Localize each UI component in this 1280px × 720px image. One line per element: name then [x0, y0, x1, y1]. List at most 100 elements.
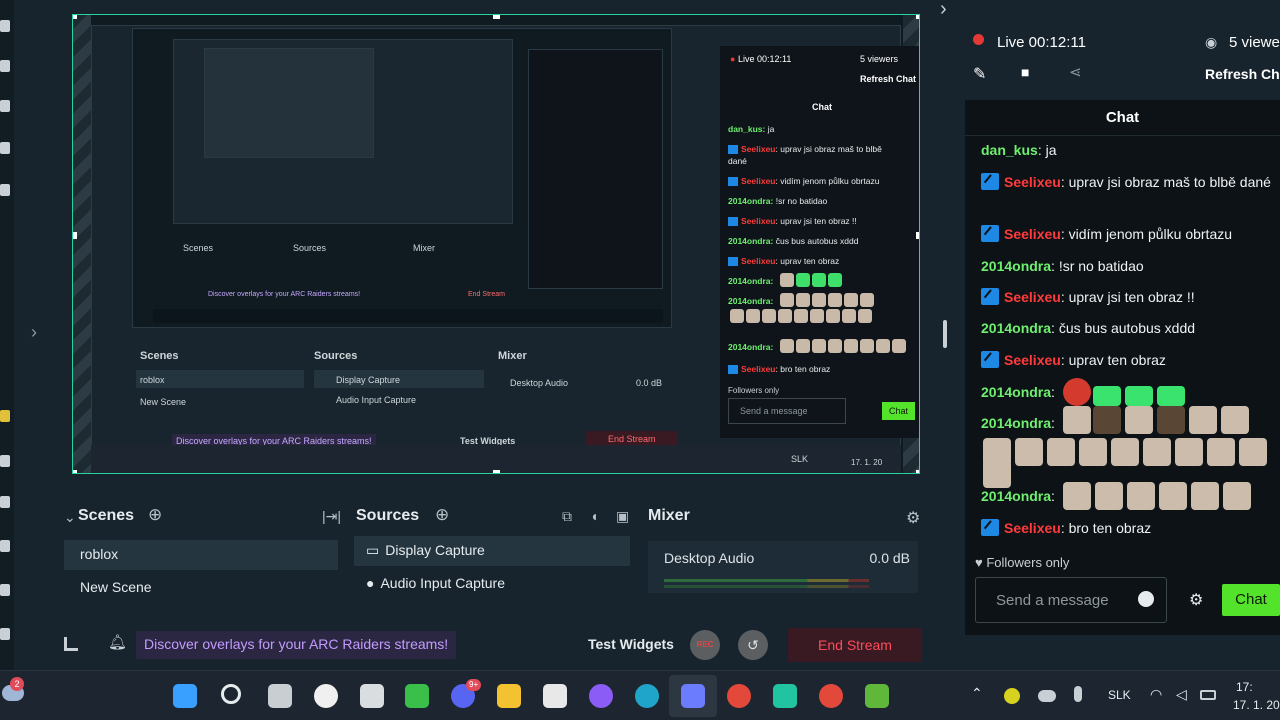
emote — [1125, 406, 1153, 434]
share-icon[interactable]: ⋖ — [1069, 63, 1082, 81]
minecraft-icon[interactable] — [865, 684, 889, 708]
roblox-studio-icon[interactable] — [681, 684, 705, 708]
chat-username[interactable]: 2014ondra — [981, 488, 1051, 504]
replay-buffer-icon[interactable]: ↺ — [738, 630, 768, 660]
pin-icon[interactable] — [0, 60, 10, 72]
display-icon[interactable]: ⧉ — [562, 508, 572, 525]
stats-icon[interactable] — [64, 637, 78, 651]
audio-icon[interactable]: ◖ — [590, 508, 598, 524]
sparkle-icon[interactable] — [0, 540, 10, 552]
microphone-icon[interactable] — [1074, 686, 1082, 702]
pencil-icon[interactable]: ✎ — [973, 64, 986, 84]
battery-icon[interactable] — [1200, 690, 1216, 700]
notification-bell-icon[interactable]: 🔔︎ — [108, 633, 127, 651]
app-icon[interactable] — [314, 684, 338, 708]
chat-resize-handle[interactable] — [943, 320, 947, 348]
source-item-audio-input[interactable]: ● Audio Input Capture — [354, 569, 630, 599]
end-stream-button[interactable]: End Stream — [788, 628, 922, 662]
resize-handle[interactable] — [916, 232, 919, 239]
promo-banner[interactable]: Discover overlays for your ARC Raiders s… — [136, 631, 457, 659]
transition-icon[interactable]: |⇥| — [322, 508, 341, 525]
chat-text: !sr no batidao — [1058, 258, 1144, 274]
chat-username[interactable]: dan_kus — [981, 142, 1038, 158]
chat-username[interactable]: 2014ondra — [981, 384, 1051, 400]
help-icon[interactable] — [0, 628, 10, 640]
wifi-icon[interactable]: ◠ — [1150, 686, 1162, 703]
resize-handle[interactable] — [73, 470, 77, 473]
resize-handle[interactable] — [73, 15, 77, 19]
chat-username[interactable]: 2014ondra — [981, 258, 1051, 274]
scene-item-roblox[interactable]: roblox — [64, 540, 338, 570]
emote — [1239, 438, 1267, 466]
clock-time[interactable]: 17: — [1236, 680, 1253, 694]
emote — [1063, 406, 1091, 434]
tray-overflow-chevron-icon[interactable]: ⌃ — [971, 685, 983, 702]
circle-icon[interactable] — [0, 184, 10, 196]
share-icon[interactable] — [0, 496, 10, 508]
gear-icon[interactable] — [0, 584, 10, 596]
resize-handle[interactable] — [73, 232, 77, 239]
preview-border-stripes — [73, 15, 91, 473]
mixer-settings-gear-icon[interactable]: ⚙ — [906, 508, 920, 528]
chat-text: uprav jsi obraz maš to blbě dané — [1068, 174, 1271, 190]
resize-handle[interactable] — [916, 470, 919, 473]
collapse-left-chevron-icon[interactable]: › — [31, 322, 37, 343]
chat-message-input[interactable] — [976, 578, 1136, 622]
expand-right-chevron-icon[interactable]: › — [940, 0, 947, 21]
tray-app-icon[interactable] — [1004, 688, 1020, 704]
edge-icon[interactable] — [635, 684, 659, 708]
emote — [1079, 438, 1107, 466]
chat-username[interactable]: Seelixeu — [1004, 226, 1061, 242]
layers-icon[interactable] — [0, 142, 10, 154]
monitor-icon: ▭ — [366, 542, 380, 558]
chat-settings-gear-icon[interactable]: ⚙ — [1189, 590, 1203, 610]
camera-icon[interactable]: ■ — [1021, 64, 1029, 80]
file-explorer-icon[interactable] — [497, 684, 521, 708]
chat-username[interactable]: 2014ondra — [981, 320, 1051, 336]
home-icon[interactable] — [0, 100, 10, 112]
copilot-icon[interactable] — [589, 684, 613, 708]
add-scene-icon[interactable]: ⊕ — [148, 505, 162, 525]
refresh-chat-button[interactable]: Refresh Chat — [1205, 66, 1280, 82]
task-view-icon[interactable] — [268, 684, 292, 708]
volume-icon[interactable]: ◁ — [1176, 686, 1187, 703]
roblox-icon[interactable] — [360, 684, 384, 708]
shield-icon[interactable] — [405, 684, 429, 708]
send-chat-button[interactable]: Chat — [1222, 584, 1280, 616]
chat-username[interactable]: Seelixeu — [1004, 352, 1061, 368]
record-button[interactable]: REC — [690, 630, 720, 660]
scene-item-new-scene[interactable]: New Scene — [64, 573, 338, 603]
chat-username[interactable]: Seelixeu — [1004, 174, 1061, 190]
moderator-badge-icon — [981, 519, 999, 536]
clock-date[interactable]: 17. 1. 20 — [1233, 698, 1280, 712]
collapse-chevron-icon[interactable]: ⌄ — [64, 509, 76, 526]
start-windows-icon[interactable] — [173, 684, 197, 708]
streamlabs-icon[interactable] — [773, 684, 797, 708]
chrome-icon[interactable] — [727, 684, 751, 708]
cloud-icon[interactable] — [1038, 690, 1056, 702]
chat-username[interactable]: Seelixeu — [1004, 520, 1061, 536]
edit-icon[interactable] — [0, 455, 10, 467]
link-icon[interactable] — [0, 410, 10, 422]
search-icon[interactable] — [221, 684, 241, 704]
store-icon[interactable] — [543, 684, 567, 708]
mixer-channel-desktop-audio[interactable]: Desktop Audio 0.0 dB — [648, 541, 918, 593]
chat-input-box[interactable] — [975, 577, 1167, 623]
mini-emote-row — [780, 293, 874, 307]
mini-mixer-title: Mixer — [498, 350, 527, 362]
add-source-icon[interactable]: ⊕ — [435, 505, 449, 525]
folder-icon[interactable]: ▣ — [616, 508, 629, 525]
chat-username[interactable]: 2014ondra — [981, 415, 1051, 431]
stream-preview[interactable]: Scenes Sources Mixer Discover overlays f… — [72, 14, 920, 474]
emoji-icon[interactable] — [1138, 591, 1154, 607]
resize-handle[interactable] — [493, 15, 500, 19]
resize-handle[interactable] — [916, 15, 919, 19]
language-indicator[interactable]: SLK — [1108, 688, 1131, 702]
resize-handle[interactable] — [493, 470, 500, 473]
chrome-profile-icon[interactable] — [819, 684, 843, 708]
pencil-icon[interactable] — [0, 20, 10, 32]
emote — [1221, 406, 1249, 434]
source-item-display-capture[interactable]: ▭ Display Capture — [354, 536, 630, 566]
chat-title: Chat — [965, 100, 1280, 136]
chat-username[interactable]: Seelixeu — [1004, 289, 1061, 305]
